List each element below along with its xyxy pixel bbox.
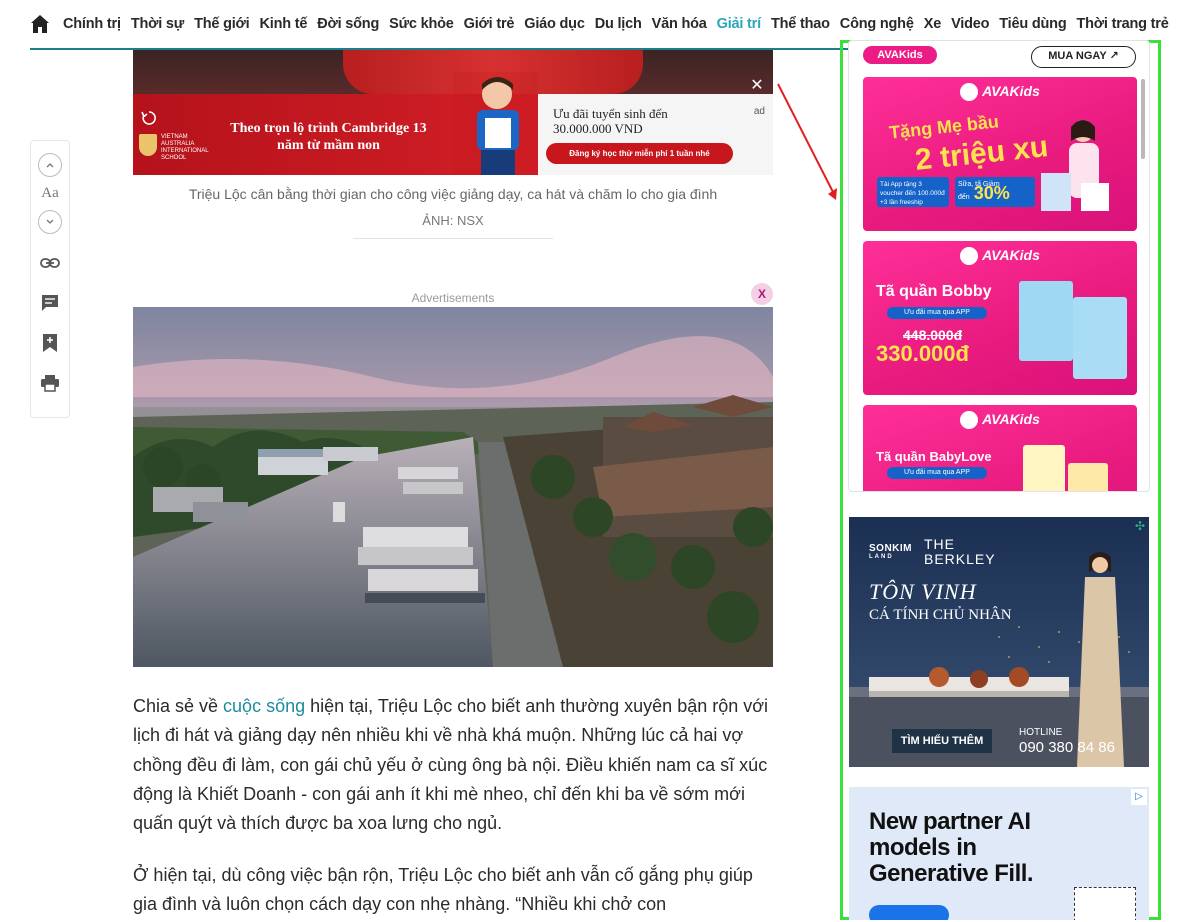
nav-item-9[interactable]: Văn hóa bbox=[647, 16, 712, 32]
card2-title: Tã quần Bobby bbox=[876, 283, 992, 300]
ava-logo-icon bbox=[960, 247, 979, 266]
mother-photo bbox=[1041, 120, 1109, 211]
font-decrease-button[interactable] bbox=[38, 210, 62, 234]
berkley-ad[interactable]: SONKIM LAND THE BERKLEY TÔN VINH CÁ TÍNH… bbox=[849, 517, 1149, 767]
offer-line1: Ưu đãi tuyển sinh đến bbox=[553, 106, 668, 121]
berkley-subheadline: CÁ TÍNH CHỦ NHÂN bbox=[869, 607, 1012, 623]
learn-more-button[interactable]: TÌM HIỂU THÊM bbox=[892, 729, 992, 753]
ava-logo-icon bbox=[960, 83, 979, 102]
gen-ad-headline: New partner AI models in Generative Fill… bbox=[869, 808, 1034, 887]
avakids-logo: AVAKids bbox=[863, 46, 937, 64]
babylove-pack-2 bbox=[1068, 463, 1108, 491]
bobby-pack-2 bbox=[1073, 297, 1127, 379]
article-paragraph-1: Chia sẻ về cuộc sống hiện tại, Triệu Lộc… bbox=[133, 696, 769, 834]
ava-scrollbar[interactable] bbox=[1141, 79, 1145, 159]
ad-tag[interactable]: ad bbox=[754, 106, 765, 117]
adchoices-icon[interactable]: ▷ bbox=[1131, 789, 1147, 805]
berkley-headline: TÔN VINH bbox=[869, 579, 977, 604]
article-toolbar: Aa bbox=[30, 140, 70, 418]
berkley-logo-line2: BERKLEY bbox=[924, 551, 996, 567]
font-increase-button[interactable] bbox=[38, 153, 62, 177]
trial-signup-button[interactable]: Đăng ký học thử miễn phí 1 tuần nhé bbox=[546, 143, 733, 164]
ads-close-button[interactable]: X bbox=[751, 283, 773, 305]
adchoices-icon[interactable]: ✣ bbox=[1133, 519, 1147, 533]
ads-label: Advertisements bbox=[411, 291, 495, 305]
sonkim-logo: SONKIM bbox=[869, 543, 912, 554]
ava-card-babylove[interactable]: AVAKids Tã quần BabyLove Ưu đãi mua qua … bbox=[863, 405, 1137, 491]
replay-icon[interactable] bbox=[141, 110, 159, 128]
nav-item-5[interactable]: Sức khỏe bbox=[384, 16, 459, 32]
print-button[interactable] bbox=[39, 372, 61, 394]
sonkim-logo-sub: LAND bbox=[869, 554, 894, 560]
nav-item-12[interactable]: Công nghệ bbox=[835, 16, 919, 32]
card1-voucher: Tải App tặng 3 voucher đến 100.000đ +3 l… bbox=[877, 177, 949, 207]
font-size-label: Aa bbox=[41, 185, 59, 201]
hotline-number: 090 380 84 86 bbox=[1019, 739, 1115, 756]
ava-card-pregnant[interactable]: AVAKids Tặng Mẹ bầu 2 triệu xu Tải App t… bbox=[863, 77, 1137, 231]
article-hero-image: VIETNAM AUSTRALIA INTERNATIONAL SCHOOL T… bbox=[133, 50, 773, 175]
gen-ad-thumbnail bbox=[1074, 887, 1136, 920]
annotation-arrow bbox=[777, 83, 837, 200]
chevron-down-icon bbox=[46, 219, 54, 224]
nav-item-8[interactable]: Du lịch bbox=[590, 16, 647, 32]
comment-button[interactable] bbox=[39, 292, 61, 314]
hotline-label: HOTLINE bbox=[1019, 727, 1063, 738]
berkley-logo-line1: THE bbox=[924, 536, 955, 552]
nav-items: Chính trị Thời sự Thế giới Kinh tế Đời sống S… bbox=[58, 16, 1174, 32]
bookmark-button[interactable] bbox=[39, 332, 61, 354]
nav-item-16[interactable]: Thời trang trẻ bbox=[1071, 16, 1173, 32]
nav-item-3[interactable]: Kinh tế bbox=[255, 16, 313, 32]
offer-line2: 30.000.000 VND bbox=[553, 121, 643, 136]
image-credit: ẢNH: NSX bbox=[422, 213, 484, 228]
nav-item-14[interactable]: Video bbox=[946, 16, 994, 32]
article-paragraph-2: Ở hiện tại, dù công việc bận rộn, Triệu … bbox=[133, 865, 753, 915]
bookmark-add-icon bbox=[43, 334, 57, 352]
nav-item-1[interactable]: Thời sự bbox=[126, 16, 189, 32]
card2-new-price: 330.000đ bbox=[876, 341, 969, 366]
nav-item-10[interactable]: Giải trí bbox=[712, 16, 766, 32]
card3-title: Tã quần BabyLove bbox=[876, 449, 992, 464]
ad-title: Theo trọn lộ trình Cambridge 13 năm từ m… bbox=[230, 121, 427, 153]
school-logo-text: VIETNAM AUSTRALIA INTERNATIONAL SCHOOL bbox=[161, 134, 209, 161]
link-icon bbox=[40, 258, 60, 268]
generative-fill-ad[interactable]: New partner AI models in Generative Fill… bbox=[849, 787, 1149, 920]
child-photo bbox=[453, 72, 538, 175]
print-icon bbox=[41, 375, 59, 392]
comment-icon bbox=[42, 295, 58, 311]
school-ad-banner[interactable]: VIETNAM AUSTRALIA INTERNATIONAL SCHOOL T… bbox=[133, 72, 773, 175]
nav-item-11[interactable]: Thể thao bbox=[766, 16, 835, 32]
gen-ad-button[interactable] bbox=[869, 905, 949, 920]
image-caption: Triệu Lộc cân bằng thời gian cho công vi… bbox=[188, 186, 718, 202]
nav-item-13[interactable]: Xe bbox=[919, 16, 946, 32]
close-icon[interactable]: ✕ bbox=[747, 76, 767, 96]
advertisement-video[interactable] bbox=[133, 307, 773, 667]
avakids-ad[interactable]: AVAKids MUA NGAY ↗ AVAKids Tặng Mẹ bầu 2… bbox=[848, 40, 1150, 492]
ava-logo-icon bbox=[960, 411, 979, 430]
school-shield-icon bbox=[139, 134, 157, 156]
nav-item-15[interactable]: Tiêu dùng bbox=[994, 16, 1071, 32]
nav-item-4[interactable]: Đời sống bbox=[312, 16, 384, 32]
caption-divider bbox=[353, 238, 553, 239]
card2-sub: Ưu đãi mua qua APP bbox=[887, 307, 987, 319]
ava-card-bobby[interactable]: AVAKids Tã quần Bobby Ưu đãi mua qua APP… bbox=[863, 241, 1137, 395]
nav-item-0[interactable]: Chính trị bbox=[58, 16, 126, 32]
nav-item-6[interactable]: Giới trẻ bbox=[459, 16, 520, 32]
chevron-up-icon bbox=[46, 163, 54, 168]
nav-item-7[interactable]: Giáo dục bbox=[519, 16, 589, 32]
home-icon[interactable] bbox=[30, 13, 50, 35]
bobby-pack-1 bbox=[1019, 281, 1073, 361]
nav-item-2[interactable]: Thế giới bbox=[189, 16, 254, 32]
buy-now-button[interactable]: MUA NGAY ↗ bbox=[1031, 46, 1136, 68]
card1-discount: Sữa, tã Giảm đến 30% bbox=[955, 177, 1035, 207]
babylove-pack-1 bbox=[1023, 445, 1065, 491]
copy-link-button[interactable] bbox=[39, 252, 61, 274]
card3-sub: Ưu đãi mua qua APP bbox=[887, 467, 987, 479]
life-link[interactable]: cuộc sống bbox=[223, 696, 305, 716]
